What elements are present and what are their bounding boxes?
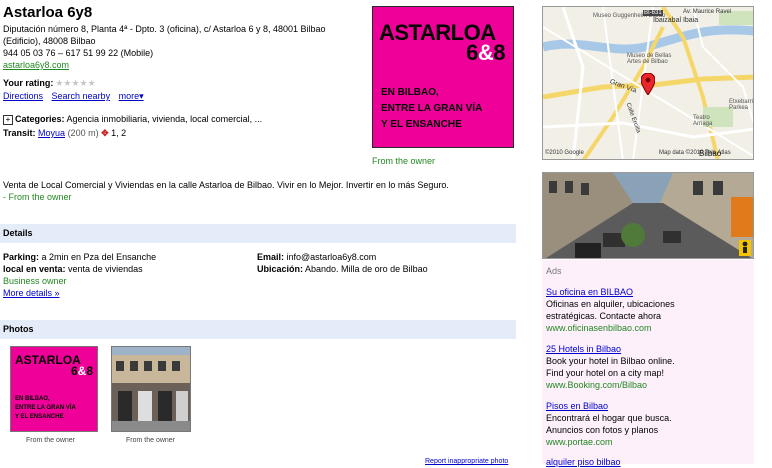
photo-thumb-building[interactable]	[111, 346, 191, 432]
search-nearby-link[interactable]: Search nearby	[52, 91, 111, 101]
address-line1: Diputación número 8, Planta 4ª - Dpto. 3…	[3, 24, 326, 34]
local-value: venta de viviendas	[68, 264, 143, 274]
categories-label: Categories:	[15, 114, 65, 124]
ad-title-link[interactable]: Pisos en Bilbao	[546, 400, 746, 412]
promo-image[interactable]: ASTARLOA 6&8 EN BILBAO, ENTRE LA GRAN VÍ…	[372, 6, 514, 148]
street-view-image	[543, 173, 753, 258]
map[interactable]: Museo Guggenheim Bilbao Ibaizabal Ibaia …	[542, 6, 754, 160]
description: Venta de Local Comercial y Viviendas en …	[3, 180, 449, 190]
website-link[interactable]: astarloa6y8.com	[3, 60, 69, 70]
categories-value: Agencia inmobiliaria, vivienda, local co…	[66, 114, 263, 124]
ad-url[interactable]: www.Booking.com/Bilbao	[546, 379, 746, 391]
map-pin-icon[interactable]	[641, 73, 655, 95]
transit-station-link[interactable]: Moyua	[38, 128, 65, 138]
categories: + Categories: Agencia inmobiliaria, vivie…	[3, 114, 262, 125]
map-label-maurice-ravel: Av. Maurice Ravel	[683, 9, 732, 15]
business-name: Astarloa 6y8	[3, 4, 93, 21]
photo-thumb-promo[interactable]: ASTARLOA 6&8 EN BILBAO, ENTRE LA GRAN VÍA…	[10, 346, 98, 432]
photo-caption-2: From the owner	[126, 437, 176, 444]
ad-item: Pisos en Bilbao Encontrará el hogar que …	[546, 400, 746, 448]
ad-item: 25 Hotels in Bilbao Book your hotel in B…	[546, 343, 746, 391]
directions-link[interactable]: Directions	[3, 91, 43, 101]
promo-tagline: EN BILBAO, ENTRE LA GRAN VÍA Y EL ENSANC…	[381, 87, 483, 130]
business-owner-label: Business owner	[3, 276, 67, 286]
description-from-owner: - From the owner	[3, 192, 72, 202]
promo-brand-number: 6&8	[466, 40, 505, 65]
transit-distance: (200 m)	[67, 128, 99, 138]
map-label-bellas-artes: Museo de Bellas Artes de Bilbao	[627, 53, 672, 65]
phone: 944 05 03 76 – 617 51 99 22 (Mobile)	[3, 48, 154, 58]
parking-value: a 2min en Pza del Ensanche	[41, 252, 157, 262]
thumb-tagline: EN BILBAO, ENTRE LA GRAN VÍA Y EL ENSANCHE	[15, 396, 76, 420]
transit-lines: 1, 2	[111, 128, 127, 138]
more-link[interactable]: more▾	[119, 91, 144, 101]
ads-panel: Ads Su oficina en BILBAO Oficinas en alq…	[542, 260, 754, 467]
action-links: Directions Search nearby more▾	[3, 91, 150, 102]
building-photo	[112, 347, 190, 431]
thumb-brand: ASTARLOA 6&8	[15, 353, 93, 378]
details-right: Email: info@astarloa6y8.com Ubicación: A…	[257, 252, 428, 274]
ad-title-link[interactable]: 25 Hotels in Bilbao	[546, 343, 746, 355]
expand-plus-icon[interactable]: +	[3, 114, 13, 125]
address-block: Diputación número 8, Planta 4ª - Dpto. 3…	[3, 23, 363, 71]
ad-title-link[interactable]: alquiler piso bilbao	[546, 456, 746, 468]
ad-url[interactable]: www.oficinasenbilbao.com	[546, 322, 746, 334]
rating-label: Your rating:	[3, 78, 54, 88]
ads-header: Ads	[546, 266, 562, 276]
details-header: Details	[0, 224, 516, 243]
map-label-teatro: Teatro Arriaga	[693, 115, 713, 127]
ad-item: alquiler piso bilbao	[546, 456, 746, 468]
ad-url[interactable]: www.portae.com	[546, 436, 746, 448]
rating: Your rating: ★★★★★	[3, 78, 96, 89]
ubicacion-value: Abando. Milla de oro de Bilbao	[305, 264, 428, 274]
email-value: info@astarloa6y8.com	[286, 252, 377, 262]
transit: Transit: Moyua (200 m) ✥ 1, 2	[3, 128, 126, 139]
metro-icon: ✥	[101, 128, 109, 138]
ad-title-link[interactable]: Su oficina en BILBAO	[546, 286, 746, 298]
promo-from-owner: From the owner	[372, 156, 436, 166]
map-label-ibaizabal: Ibaizabal Ibaia	[653, 17, 699, 24]
promo-brand: ASTARLOA 6&8	[379, 22, 505, 65]
rating-stars[interactable]: ★★★★★	[55, 78, 95, 88]
ad-item: Su oficina en BILBAO Oficinas en alquile…	[546, 286, 746, 334]
map-label-bi631: BI-631	[643, 10, 663, 16]
transit-label: Transit:	[3, 128, 36, 138]
more-details-link[interactable]: More details »	[3, 288, 60, 298]
pegman-icon[interactable]	[739, 240, 751, 256]
photos-header: Photos	[0, 320, 516, 339]
map-label-etxebarria: Etxebarri Parkea	[729, 99, 754, 111]
map-copyright: ©2010 Google	[545, 150, 584, 156]
photo-caption-1: From the owner	[26, 437, 76, 444]
map-label-bilbao: Bilbao	[699, 149, 722, 158]
address-line2: (Edificio), 48008 Bilbao	[3, 36, 96, 46]
street-view[interactable]	[542, 172, 754, 259]
details-left: Parking: a 2min en Pza del Ensanche loca…	[3, 252, 157, 298]
